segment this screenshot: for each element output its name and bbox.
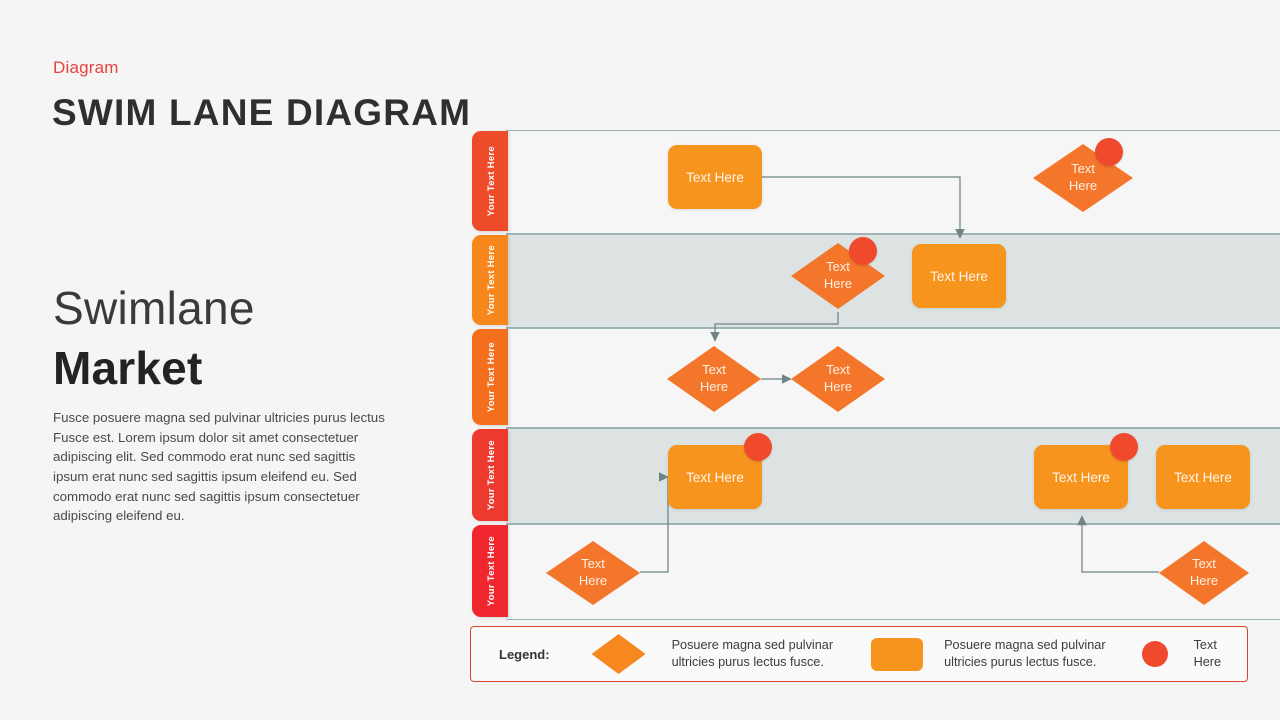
diamond-symbol-icon — [591, 634, 646, 674]
flow-node-diamond-n6[interactable]: Text Here — [791, 346, 885, 412]
lane-tab-label: Your Text Here — [484, 439, 496, 511]
rect-symbol-icon — [871, 637, 924, 671]
node-badge-n2[interactable] — [1095, 138, 1123, 166]
lane-tab-3[interactable]: Your Text Here — [472, 329, 508, 425]
node-label: Text Here — [1189, 556, 1219, 588]
kicker-label: Diagram — [53, 58, 119, 77]
lane-band-3 — [506, 328, 1280, 428]
lane-tab-1[interactable]: Your Text Here — [472, 131, 508, 231]
node-badge-n8[interactable] — [1110, 433, 1138, 461]
lane-tab-label: Your Text Here — [484, 244, 496, 316]
page-title: SWIM LANE DIAGRAM — [52, 92, 472, 133]
legend-rect-line2: ultricies purus lectus fusce. — [944, 655, 1097, 669]
intro-body-text: Fusce posuere magna sed pulvinar ultrici… — [53, 410, 385, 524]
flow-node-diamond-n11[interactable]: Text Here — [1159, 541, 1249, 605]
node-label: Text Here — [1068, 161, 1098, 193]
lane-band-2 — [506, 234, 1280, 328]
lane-tab-2[interactable]: Your Text Here — [472, 235, 508, 325]
node-badge-n7[interactable] — [744, 433, 772, 461]
slide-canvas: Diagram SWIM LANE DIAGRAM Swimlane Marke… — [0, 0, 1280, 720]
legend-rect-line1: Posuere magna sed pulvinar — [944, 638, 1106, 653]
node-label: Text Here — [578, 556, 608, 588]
lane-tab-4[interactable]: Your Text Here — [472, 429, 508, 521]
node-label: Text Here — [699, 362, 729, 394]
flow-node-rect-n4[interactable]: Text Here — [912, 244, 1006, 308]
legend-item-rect: Posuere magna sed pulvinar ultricies pur… — [871, 637, 1106, 671]
legend-item-diamond: Posuere magna sed pulvinar ultricies pur… — [591, 634, 834, 674]
lane-band-1 — [506, 130, 1280, 234]
legend-panel: Legend: Posuere magna sed pulvinar ultri… — [470, 626, 1248, 682]
node-label: Text Here — [823, 259, 853, 291]
legend-title: Legend: — [499, 646, 550, 662]
intro-heading-bold: Market — [53, 342, 203, 394]
circle-symbol-icon — [1141, 641, 1168, 667]
legend-diamond-line2: ultricies purus lectus fusce. — [671, 655, 824, 669]
lane-tab-label: Your Text Here — [484, 341, 496, 413]
legend-circle-line2: Here — [1193, 655, 1222, 669]
lane-tab-label: Your Text Here — [484, 145, 496, 217]
legend-diamond-line1: Posuere magna sed pulvinar — [671, 638, 834, 653]
lane-tab-5[interactable]: Your Text Here — [472, 525, 508, 617]
flow-node-rect-n9[interactable]: Text Here — [1156, 445, 1250, 509]
flow-node-diamond-n5[interactable]: Text Here — [667, 346, 761, 412]
flow-node-rect-n1[interactable]: Text Here — [668, 145, 762, 209]
legend-item-circle: Text Here — [1141, 637, 1222, 671]
legend-circle-line1: Text — [1193, 638, 1217, 653]
intro-heading-light: Swimlane — [53, 282, 255, 334]
flow-node-diamond-n10[interactable]: Text Here — [546, 541, 640, 605]
lane-tab-label: Your Text Here — [484, 535, 496, 607]
node-label: Text Here — [823, 362, 853, 394]
